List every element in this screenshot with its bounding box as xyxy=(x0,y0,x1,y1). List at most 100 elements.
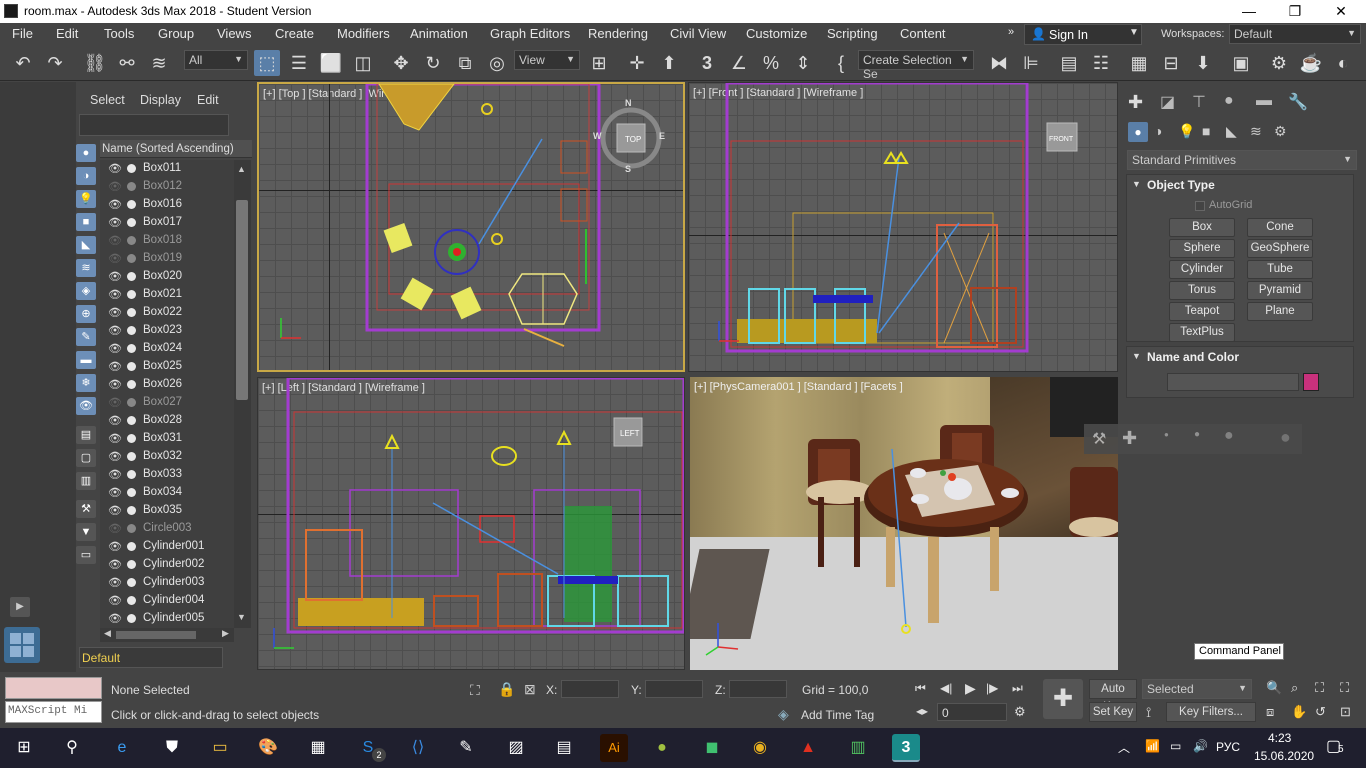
create-tab-icon[interactable]: ✚ xyxy=(1128,92,1143,113)
render-production-icon[interactable]: ☕ xyxy=(1298,50,1324,76)
visibility-eye-icon[interactable]: 👁 xyxy=(108,558,122,571)
spinner-snap-icon[interactable]: ⇕ xyxy=(790,50,816,76)
tab-select[interactable]: Select xyxy=(90,93,125,107)
display-cameras-icon[interactable]: ■ xyxy=(76,213,96,231)
visibility-eye-icon[interactable]: 👁 xyxy=(108,324,122,337)
minimize-button[interactable]: — xyxy=(1226,0,1272,23)
hierarchy-tab-icon[interactable]: ⊤ xyxy=(1192,92,1206,112)
render-dot-icon[interactable] xyxy=(127,218,136,227)
render-dot-icon[interactable] xyxy=(127,308,136,317)
geosphere-button[interactable]: GeoSphere xyxy=(1247,239,1313,258)
selection-filter-select[interactable]: All ▼ xyxy=(184,50,248,70)
set-key-button[interactable]: Set Key xyxy=(1089,702,1137,722)
object-list[interactable]: 👁 Box011 👁 Box012 👁 Box016 👁 Box017 👁 Box018 👁 Box0… xyxy=(100,160,234,628)
list-item[interactable]: 👁 Box028 xyxy=(100,412,224,430)
snap-toggle-icon[interactable]: 3 xyxy=(694,50,720,76)
goto-end-icon[interactable]: ⏭ xyxy=(1012,681,1023,696)
render-dot-icon[interactable] xyxy=(127,488,136,497)
display-hidden-icon[interactable]: 👁 xyxy=(76,397,96,415)
goto-start-icon[interactable]: ⏮ xyxy=(915,681,926,696)
isolate-icon[interactable]: ⛶ xyxy=(470,682,480,699)
unlink-icon[interactable]: ⚯ xyxy=(114,50,140,76)
display-containers-icon[interactable]: ▬ xyxy=(76,351,96,369)
orbit-icon[interactable]: ↺ xyxy=(1315,704,1326,720)
visibility-eye-icon[interactable]: 👁 xyxy=(108,162,122,175)
scale-icon[interactable]: ⧉ xyxy=(452,50,478,76)
render-setup-icon[interactable]: ▣ xyxy=(1228,50,1254,76)
autogrid-checkbox[interactable] xyxy=(1195,201,1205,211)
modify-tab-icon[interactable]: ◪ xyxy=(1160,92,1175,112)
list-item[interactable]: 👁 Box019 xyxy=(100,250,224,268)
select-object-icon[interactable]: ⬚ xyxy=(254,50,280,76)
display-invert-icon[interactable]: ▥ xyxy=(76,472,96,490)
menu-views[interactable]: Views xyxy=(217,26,251,41)
layers-icon[interactable]: ☷ xyxy=(1088,50,1114,76)
maxscript-input[interactable]: MAXScript Mi xyxy=(5,701,102,723)
next-frame-icon[interactable]: |▶ xyxy=(986,681,998,695)
key-filters-icon[interactable]: ⟟ xyxy=(1146,704,1151,721)
display-bones-icon[interactable]: ✎ xyxy=(76,328,96,346)
list-item[interactable]: 👁 Box021 xyxy=(100,286,224,304)
render-dot-icon[interactable] xyxy=(127,380,136,389)
key-mode-icon[interactable]: ◂▸ xyxy=(916,704,928,718)
mirror-icon[interactable]: ⧓ xyxy=(986,50,1012,76)
redo-icon[interactable]: ↷ xyxy=(42,50,68,76)
display-geometry-icon[interactable]: ● xyxy=(76,144,96,162)
menu-tools[interactable]: Tools xyxy=(104,26,134,41)
display-all-icon[interactable]: ▤ xyxy=(76,426,96,444)
motion-tab-icon[interactable]: ● xyxy=(1224,92,1234,110)
editor-icon[interactable]: ✎ xyxy=(452,734,480,762)
render-dot-icon[interactable] xyxy=(127,164,136,173)
list-item[interactable]: 👁 Box034 xyxy=(100,484,224,502)
absolute-mode-icon[interactable]: ⊠ xyxy=(524,681,536,698)
brush-xlarge-icon[interactable]: ● xyxy=(1280,427,1291,448)
list-item[interactable]: 👁 Circle003 xyxy=(100,520,224,538)
named-selection-select[interactable]: Create Selection Se ▼ xyxy=(858,50,974,81)
scroll-up-icon[interactable]: ▲ xyxy=(237,164,246,174)
align-icon[interactable]: ⊫ xyxy=(1018,50,1044,76)
horizontal-scrollbar[interactable]: ◀ ▶ xyxy=(100,628,234,642)
filter-icon[interactable]: ▼ xyxy=(76,523,96,541)
scroll-thumb[interactable] xyxy=(236,200,248,400)
viewport-layout-icon[interactable] xyxy=(4,627,40,663)
visibility-eye-icon[interactable]: 👁 xyxy=(108,486,122,499)
scroll-down-icon[interactable]: ▼ xyxy=(237,612,246,622)
brush-medium-icon[interactable]: ● xyxy=(1194,429,1200,440)
window-crossing-icon[interactable]: ◫ xyxy=(350,50,376,76)
cameras-icon[interactable]: ■ xyxy=(1202,123,1210,139)
percent-snap-icon[interactable]: % xyxy=(758,50,784,76)
windows-start-icon[interactable]: ⊞ xyxy=(10,734,38,762)
current-frame-input[interactable]: 0 xyxy=(937,703,1007,721)
layer-select[interactable]: Default xyxy=(79,647,223,668)
expand-arrow-icon[interactable]: ▶ xyxy=(10,597,30,617)
visibility-eye-icon[interactable]: 👁 xyxy=(108,342,122,355)
paint-icon[interactable]: ⚒ xyxy=(1092,429,1106,449)
primitive-category-select[interactable]: Standard Primitives ▼ xyxy=(1127,150,1357,170)
list-item[interactable]: 👁 Box031 xyxy=(100,430,224,448)
place-icon[interactable]: ◎ xyxy=(484,50,510,76)
pyramid-button[interactable]: Pyramid xyxy=(1247,281,1313,300)
vertical-scrollbar[interactable]: ▲ ▼ xyxy=(234,160,251,628)
render-dot-icon[interactable] xyxy=(127,560,136,569)
display-spacewarps-icon[interactable]: ≋ xyxy=(76,259,96,277)
x-coord-input[interactable] xyxy=(561,680,619,698)
menu-graph-editors[interactable]: Graph Editors xyxy=(490,26,570,41)
render-dot-icon[interactable] xyxy=(127,254,136,263)
list-item[interactable]: 👁 Cylinder001 xyxy=(100,538,224,556)
render-dot-icon[interactable] xyxy=(127,326,136,335)
cylinder-button[interactable]: Cylinder xyxy=(1169,260,1235,279)
render-dot-icon[interactable] xyxy=(127,542,136,551)
3dsmax-taskbar-icon[interactable]: 3 xyxy=(892,734,920,762)
visibility-eye-icon[interactable]: 👁 xyxy=(108,198,122,211)
curve-editor-icon[interactable]: ▦ xyxy=(1126,50,1152,76)
viewport-left[interactable]: [+] [Left ] [Standard ] [Wireframe ] LEF… xyxy=(257,377,685,670)
add-time-tag[interactable]: Add Time Tag xyxy=(801,708,874,722)
list-item[interactable]: 👁 Box026 xyxy=(100,376,224,394)
security-icon[interactable]: ⛊ xyxy=(158,734,186,762)
name-color-title[interactable]: Name and Color xyxy=(1147,350,1239,364)
time-tag-icon[interactable]: ◈ xyxy=(778,706,789,723)
menu-animation[interactable]: Animation xyxy=(410,26,468,41)
brush-large-icon[interactable]: ● xyxy=(1224,427,1234,445)
object-color-swatch[interactable] xyxy=(1303,373,1319,391)
z-coord-input[interactable] xyxy=(729,680,787,698)
